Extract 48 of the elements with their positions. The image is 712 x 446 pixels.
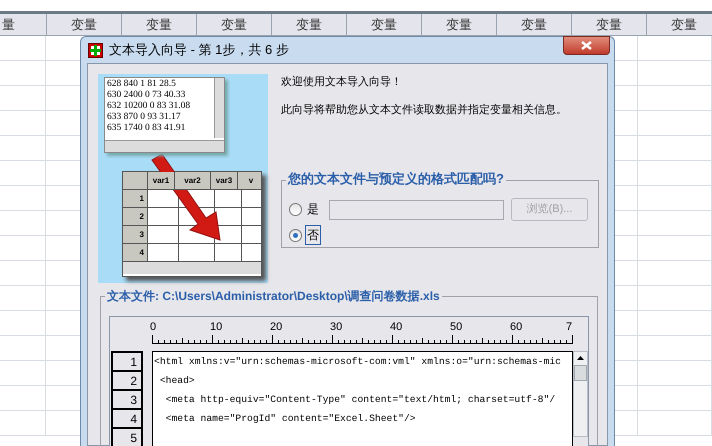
column-header[interactable]: 量 [0,14,47,36]
file-path-field[interactable] [329,200,504,220]
grid-column-header: var2 [175,172,211,190]
scrollbar-drawing [214,78,224,138]
grid-column-header: var1 [148,172,175,190]
ruler-label: 7 [566,321,572,334]
data-line: 632 10200 0 83 31.08 [107,101,190,112]
row-number: 3 [111,389,143,408]
ruler-label: 0 [150,321,156,334]
close-button[interactable] [563,36,610,55]
ruler-label: 30 [330,321,342,334]
app-icon [88,42,103,58]
grid-row-header: 1 [123,190,148,208]
scrollbar-thumb[interactable] [574,365,587,381]
radio-option[interactable]: 是 [289,200,321,218]
ruler-label: 10 [210,321,222,334]
ruler-label: 50 [450,321,462,334]
grid-column-header: var3 [211,172,238,190]
ruler-label: 60 [510,321,522,334]
grid-cell [148,208,179,226]
row-number: 2 [111,370,143,389]
code-line: <head> [158,374,196,388]
code-line: <meta http-equiv="Content-Type" content="text/html; charset=utf-8"/ [164,393,556,407]
data-line: 635 1740 0 83 41.91 [107,123,186,134]
vertical-scrollbar[interactable] [573,351,588,437]
description-text: 此向导将帮助您从文本文件读取数据并指定变量相关信息。 [281,103,568,117]
column-header[interactable]: 变量 [647,14,712,36]
row-number: 1 [111,351,143,370]
close-icon [581,41,592,50]
data-line: 633 870 0 93 31.17 [107,112,182,123]
grid-row-header: 2 [123,208,148,226]
row-number: 5 [111,427,143,446]
grid-cell [215,190,242,208]
data-line: 628 840 1 81 28.5 [107,79,177,90]
data-line: 630 2400 0 73 40.33 [107,90,186,101]
code-line: <html xmlns:v="urn:schemas-microsoft-com:vml" xmlns:o="urn:schemas-mic [154,355,562,369]
group-legend: 您的文本文件与预定义的格式匹配吗? [286,171,506,187]
welcome-text: 欢迎使用文本导入向导！ [281,75,403,89]
grid-row-header: 4 [123,244,148,262]
grid-column-header: v [238,172,261,190]
grid-cell [148,226,179,244]
ruler-label: 40 [390,321,402,334]
group-legend: 文本文件: C:\Users\Administrator\Desktop\调查问卷数据.xls [105,288,442,304]
row-number: 4 [111,408,143,427]
grid-row-header: 3 [123,226,148,244]
code-line: <meta name="ProgId" content="Excel.Sheet"/> [164,412,417,426]
window-title: 文本导入向导 - 第 1步，共 6 步 [109,41,289,60]
ruler-label: 20 [270,321,282,334]
